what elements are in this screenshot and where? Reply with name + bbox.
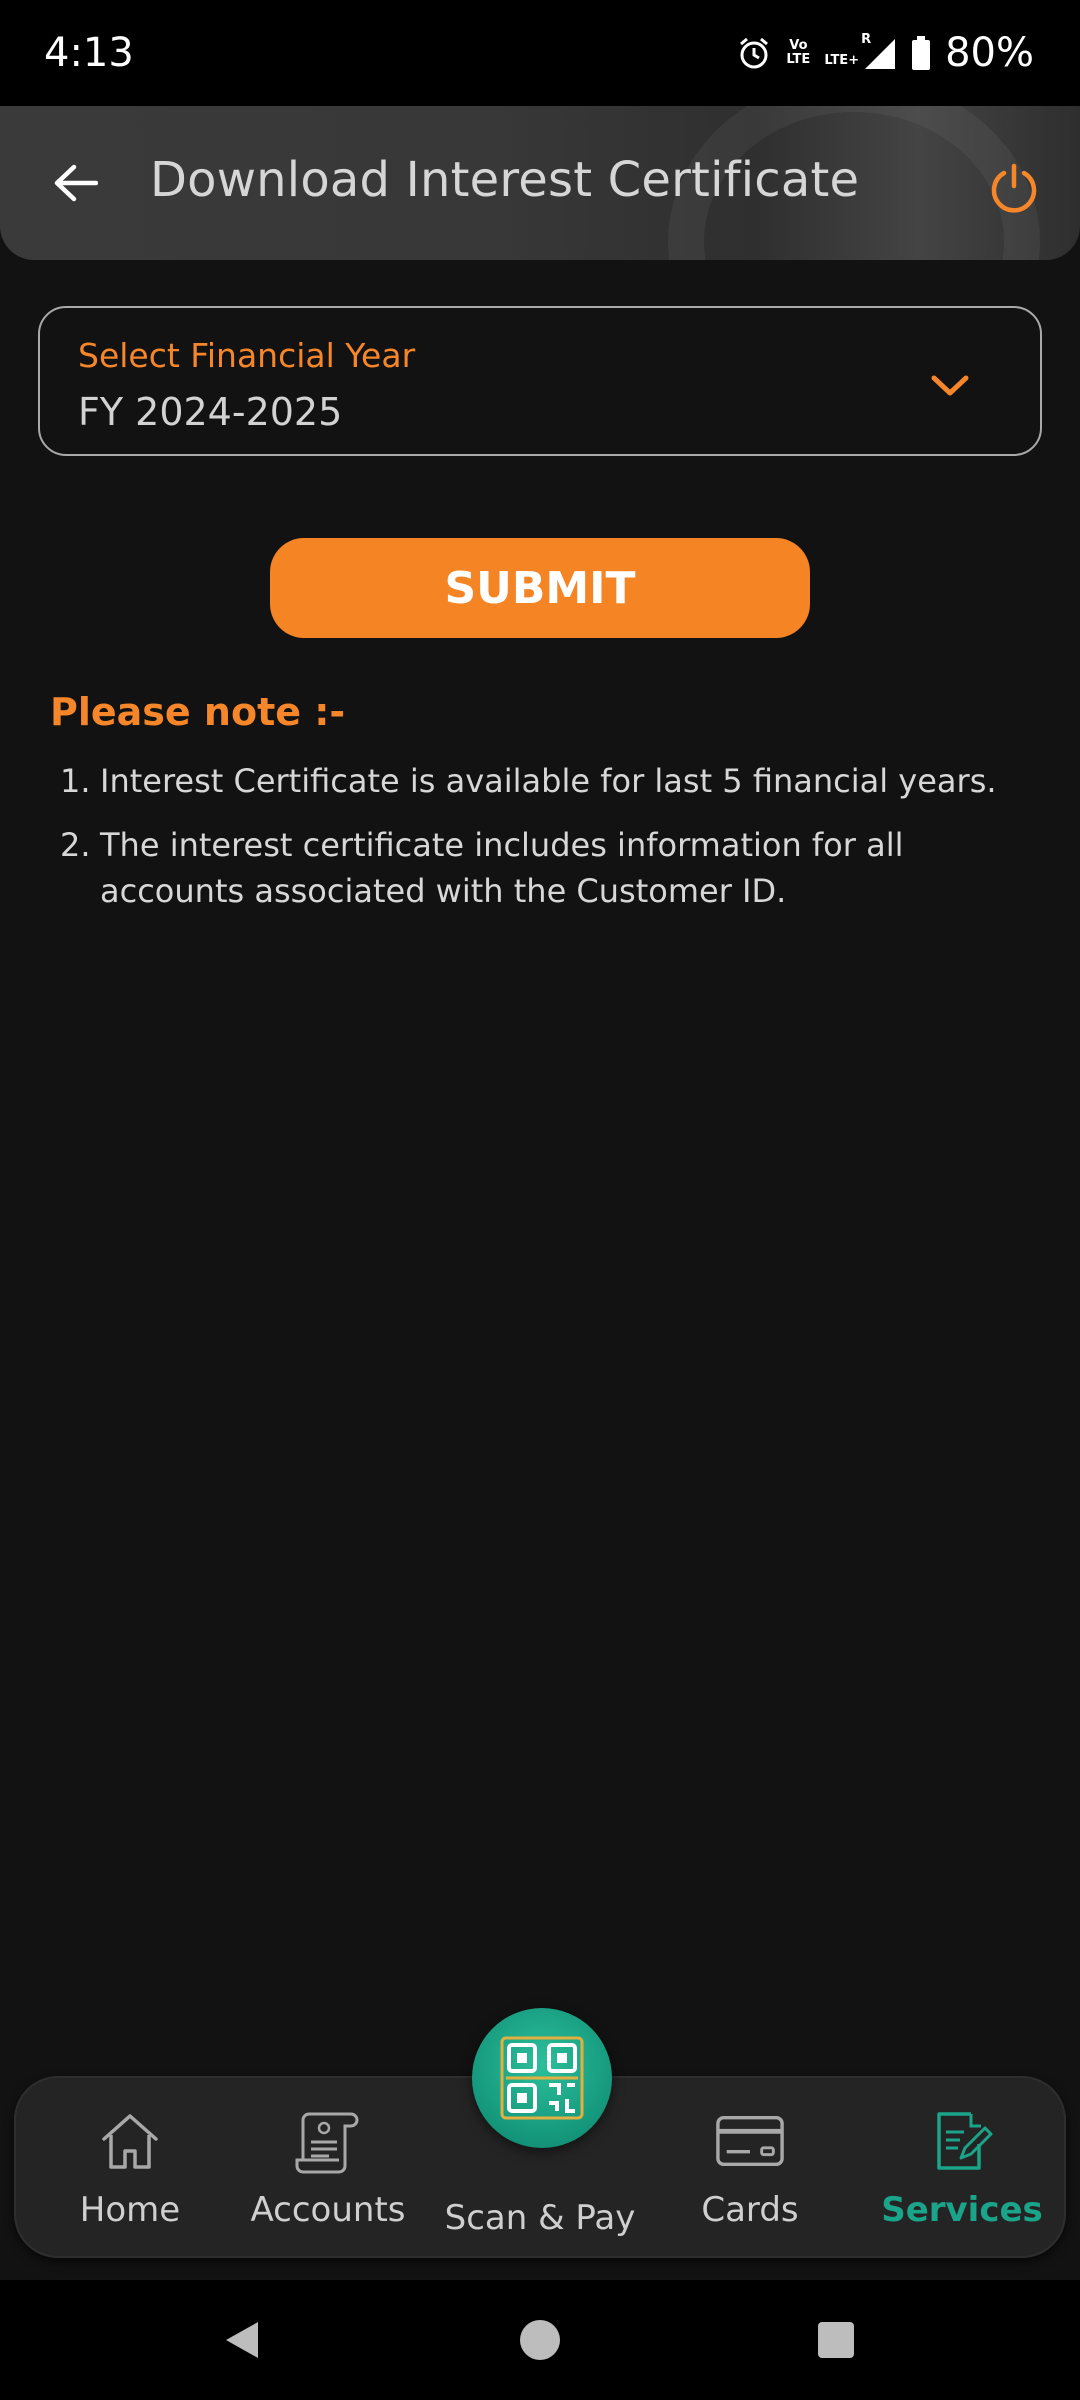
nav-item-accounts[interactable]: Accounts	[228, 2106, 428, 2246]
alarm-icon	[736, 35, 772, 71]
accounts-icon	[293, 2106, 363, 2176]
battery-icon	[911, 36, 931, 70]
status-time: 4:13	[44, 30, 134, 76]
system-nav-bar	[0, 2280, 1080, 2400]
nav-label-home: Home	[79, 2190, 181, 2230]
triangle-back-icon	[226, 2322, 258, 2358]
nav-item-home[interactable]: Home	[30, 2106, 230, 2246]
power-icon	[991, 163, 1037, 213]
financial-year-label: Select Financial Year	[78, 336, 416, 375]
nav-item-cards[interactable]: Cards	[650, 2106, 850, 2246]
volte-top-text: Vo	[789, 38, 808, 53]
card-icon	[715, 2106, 785, 2176]
home-icon	[95, 2106, 165, 2176]
volte-bottom-text: LTE	[786, 52, 811, 67]
battery-percentage: 80%	[945, 30, 1034, 76]
list-item: 2. The interest certificate includes inf…	[60, 822, 1040, 914]
system-back-button[interactable]	[214, 2312, 270, 2368]
list-item-text: Interest Certificate is available for la…	[100, 762, 997, 800]
signal-icon: LTE+ R	[824, 32, 897, 71]
status-icons: Vo LTE LTE+ R 80%	[736, 30, 1034, 76]
status-bar: 4:13 Vo LTE LTE+ R 80%	[0, 0, 1080, 106]
square-recents-icon	[818, 2322, 854, 2358]
system-home-button[interactable]	[512, 2312, 568, 2368]
list-item-number: 2.	[60, 826, 91, 864]
list-item-number: 1.	[60, 762, 91, 800]
app-bar: Download Interest Certificate	[0, 106, 1080, 260]
arrow-left-icon	[54, 164, 98, 202]
system-recents-button[interactable]	[808, 2312, 864, 2368]
qr-code-icon	[500, 2036, 584, 2120]
circle-home-icon	[520, 2320, 560, 2360]
scan-pay-button[interactable]	[472, 2008, 612, 2148]
back-button[interactable]	[42, 150, 108, 216]
nav-label-accounts: Accounts	[250, 2190, 406, 2230]
volte-icon: Vo LTE	[786, 39, 810, 67]
page-title: Download Interest Certificate	[150, 152, 860, 208]
note-list: 1. Interest Certificate is available for…	[60, 758, 1040, 932]
nav-item-services[interactable]: Services	[862, 2106, 1062, 2246]
submit-button[interactable]: SUBMIT	[270, 538, 810, 638]
roaming-text: R	[861, 32, 872, 47]
list-item-text: The interest certificate includes inform…	[100, 826, 904, 910]
list-item: 1. Interest Certificate is available for…	[60, 758, 1040, 804]
note-title: Please note :-	[50, 690, 346, 734]
nav-label-cards: Cards	[701, 2190, 799, 2230]
services-icon	[927, 2106, 997, 2176]
lte-plus-text: LTE+	[824, 53, 860, 68]
logout-button[interactable]	[982, 156, 1046, 220]
financial-year-dropdown[interactable]: Select Financial Year FY 2024-2025	[38, 306, 1042, 456]
nav-label-scan-pay: Scan & Pay	[444, 2198, 636, 2238]
nav-label-services: Services	[881, 2190, 1043, 2230]
financial-year-value: FY 2024-2025	[78, 390, 343, 434]
chevron-down-icon	[931, 375, 969, 396]
